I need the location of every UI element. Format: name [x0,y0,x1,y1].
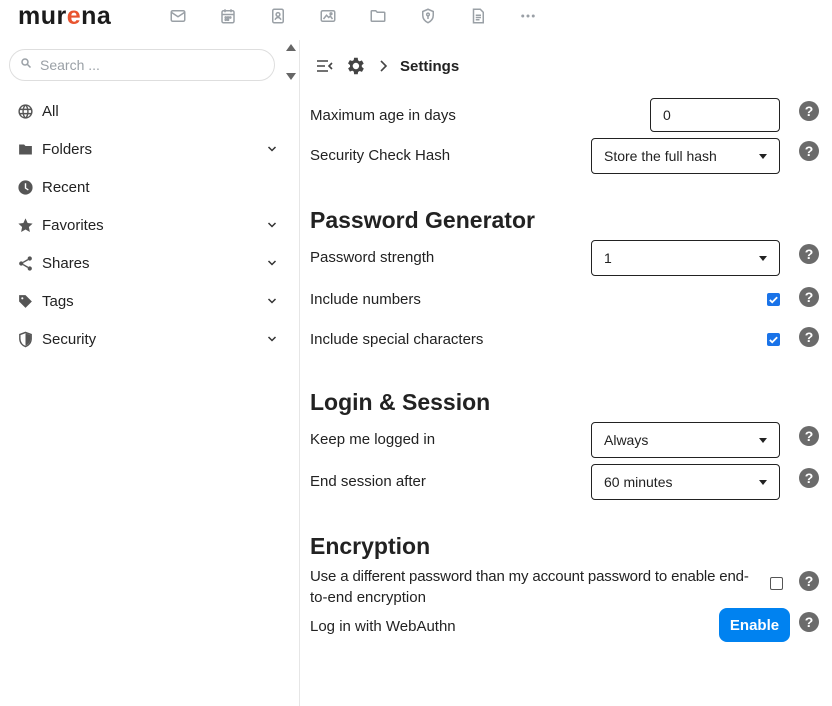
passwords-icon[interactable] [418,6,438,26]
max-age-label: Maximum age in days [310,107,456,124]
keep-logged-in-select[interactable]: Always [591,422,780,458]
scroll-up-arrow[interactable] [286,44,296,51]
photos-icon[interactable] [318,6,338,26]
setting-include-special: Include special characters ? [310,327,822,350]
end-session-label: End session after [310,473,426,490]
sidebar-item-label: Tags [42,292,74,310]
include-special-checkbox[interactable] [767,333,780,346]
sidebar-item-label: Security [42,330,97,348]
star-icon [16,216,34,234]
password-strength-value: 1 [604,250,612,266]
password-strength-select[interactable]: 1 [591,240,780,276]
setting-password-strength: Password strength 1 ? [310,240,822,276]
section-encryption: Encryption [310,533,431,559]
webauthn-label: Log in with WebAuthn [310,618,456,635]
help-icon[interactable]: ? [799,426,819,446]
include-special-label: Include special characters [310,331,484,348]
setting-include-numbers: Include numbers ? [310,287,822,310]
enable-webauthn-button[interactable]: Enable [719,608,790,642]
sidebar-item-label: All [42,102,59,120]
mail-icon[interactable] [168,6,188,26]
max-age-input[interactable] [650,98,780,132]
section-password-generator: Password Generator [310,207,535,233]
sidebar-item-shares[interactable]: Shares [0,244,300,282]
chevron-down-icon[interactable] [266,295,278,307]
include-numbers-checkbox[interactable] [767,293,780,306]
page-title: Settings [400,57,460,75]
help-icon[interactable]: ? [799,287,819,307]
help-icon[interactable]: ? [799,468,819,488]
end-session-value: 60 minutes [604,474,673,490]
setting-keep-logged-in: Keep me logged in Always ? [310,422,822,458]
gear-icon[interactable] [344,55,366,77]
keep-logged-in-value: Always [604,432,649,448]
files-icon[interactable] [368,6,388,26]
sidebar-item-folders[interactable]: Folders [0,130,300,168]
setting-end-session: End session after 60 minutes ? [310,464,822,500]
search-icon [20,56,32,74]
contacts-icon[interactable] [268,6,288,26]
caret-down-icon [759,480,767,485]
folder-icon [16,140,34,158]
sidebar-item-label: Folders [42,140,93,158]
help-icon[interactable]: ? [799,101,819,121]
chevron-down-icon[interactable] [266,219,278,231]
clock-icon [16,178,34,196]
end-session-select[interactable]: 60 minutes [591,464,780,500]
help-icon[interactable]: ? [799,612,819,632]
keep-logged-in-label: Keep me logged in [310,431,436,448]
sidebar-item-recent[interactable]: Recent [0,168,300,206]
help-icon[interactable]: ? [799,327,819,347]
sidebar-item-label: Favorites [42,216,104,234]
help-icon[interactable]: ? [799,571,819,591]
section-login-session: Login & Session [310,389,491,415]
setting-encryption-password: Use a different password than my account… [310,564,822,606]
more-icon[interactable] [518,6,538,26]
encryption-password-label: Use a different password than my account… [310,568,749,606]
calendar-icon[interactable] [218,6,238,26]
security-hash-value: Store the full hash [604,148,717,164]
include-numbers-label: Include numbers [310,291,421,308]
tag-icon [16,292,34,310]
sidebar-item-security[interactable]: Security [0,320,300,358]
encryption-password-checkbox[interactable] [770,577,783,590]
caret-down-icon [759,438,767,443]
chevron-right-icon [380,60,388,72]
help-icon[interactable]: ? [799,141,819,161]
security-hash-label: Security Check Hash [310,147,451,164]
chevron-down-icon[interactable] [266,257,278,269]
sidebar-item-tags[interactable]: Tags [0,282,300,320]
caret-down-icon [759,256,767,261]
breadcrumb: Settings [316,54,459,78]
scroll-down-arrow[interactable] [286,73,296,80]
help-icon[interactable]: ? [799,244,819,264]
app-switcher [168,6,568,26]
sidebar-nav: All Folders Recent Favorites Shares Tags… [0,92,300,358]
security-hash-select[interactable]: Store the full hash [591,138,780,174]
settings-panel: Settings Maximum age in days ? Security … [300,40,832,706]
setting-security-hash: Security Check Hash Store the full hash … [310,138,822,174]
murena-logo[interactable]: murena [18,2,111,31]
sidebar-item-label: Shares [42,254,90,272]
search-box[interactable] [9,49,275,81]
toggle-navigation-icon[interactable] [316,59,334,73]
chevron-down-icon[interactable] [266,333,278,345]
top-bar: murena [0,0,832,34]
setting-max-age: Maximum age in days ? [310,98,822,132]
sidebar: All Folders Recent Favorites S [0,40,300,706]
share-icon [16,254,34,272]
password-strength-label: Password strength [310,249,435,266]
chevron-down-icon[interactable] [266,143,278,155]
shield-icon [16,330,34,348]
sidebar-item-all[interactable]: All [0,92,300,130]
globe-icon [16,102,34,120]
setting-webauthn: Log in with WebAuthn Enable ? [310,608,822,642]
sidebar-item-label: Recent [42,178,90,196]
caret-down-icon [759,154,767,159]
search-input[interactable] [40,57,260,73]
notes-icon[interactable] [468,6,488,26]
sidebar-item-favorites[interactable]: Favorites [0,206,300,244]
